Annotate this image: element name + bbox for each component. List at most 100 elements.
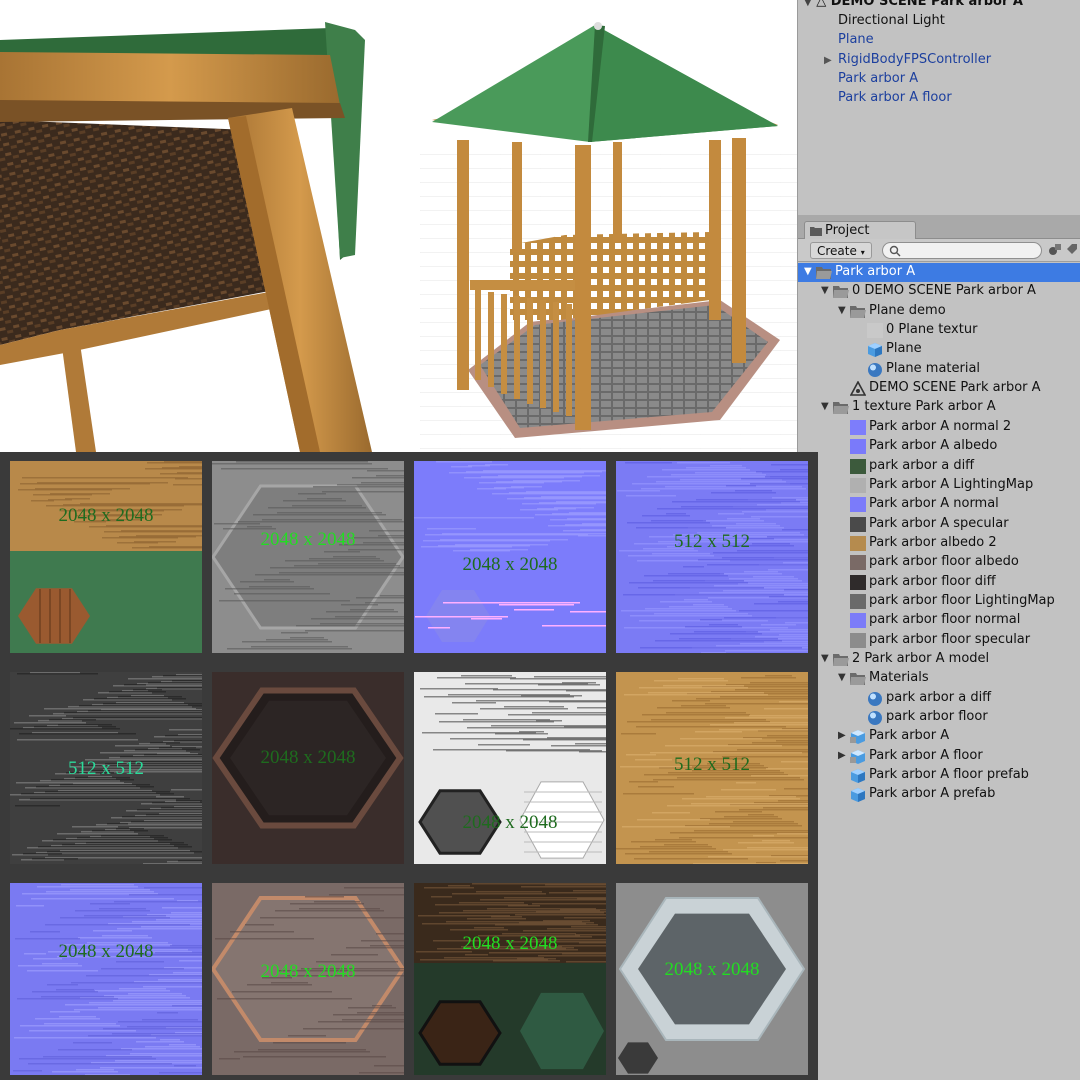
tab-project[interactable]: Project <box>804 221 916 240</box>
texture-tile: 2048 x 2048 <box>212 672 404 864</box>
project-tree-item-label: 2 Park arbor A model <box>852 651 990 666</box>
texture-tile: 2048 x 2048 <box>212 883 404 1075</box>
collapse-arrow-icon[interactable]: ▼ <box>838 672 846 683</box>
project-tree-item-label: Park arbor A albedo <box>869 438 998 454</box>
hierarchy-item-rigidbody-fps-controller[interactable]: RigidBodyFPSController <box>838 52 991 67</box>
project-tree-item[interactable]: ▶ Park arbor A <box>798 727 1080 746</box>
collapse-arrow-icon[interactable]: ▼ <box>821 401 829 412</box>
hierarchy-item-park-arbor-a-floor[interactable]: Park arbor A floor <box>838 90 952 105</box>
project-panel: Project Create ▾ ▼ Park arbor A ▼ 0 DEMO SC… <box>797 215 1080 1080</box>
search-input[interactable] <box>882 242 1042 259</box>
expand-arrow-icon[interactable]: ▶ <box>824 55 832 66</box>
project-tree-item-label: Park arbor albedo 2 <box>869 534 997 550</box>
scene-toggle-arrow-icon[interactable]: ▼ <box>804 0 812 8</box>
project-tree-item[interactable]: Plane material <box>798 360 1080 379</box>
project-tree-item[interactable]: park arbor floor diff <box>798 573 1080 592</box>
project-tree-item[interactable]: ▼ Plane demo <box>798 302 1080 321</box>
project-tree-item[interactable]: park arbor a diff <box>798 689 1080 708</box>
create-button[interactable]: Create ▾ <box>810 242 872 259</box>
project-tree-item-label: 1 texture Park arbor A <box>852 399 996 415</box>
project-tree-item[interactable]: park arbor floor specular <box>798 631 1080 650</box>
texture-resolution-label: 512 x 512 <box>674 754 750 775</box>
texture-image-floor-gray <box>212 461 404 653</box>
texture-icon <box>850 555 866 571</box>
project-tree-item[interactable]: ▼ 1 texture Park arbor A <box>798 398 1080 417</box>
arbor-closeup-render <box>0 22 372 452</box>
project-tree-item-label: Plane material <box>886 360 981 376</box>
texture-icon <box>850 593 866 609</box>
project-tree-item[interactable]: park arbor a diff <box>798 457 1080 476</box>
project-tree-item[interactable]: park arbor floor normal <box>798 611 1080 630</box>
texture-resolution-label: 2048 x 2048 <box>260 747 356 768</box>
project-tree-item[interactable]: ▼ 2 Park arbor A model <box>798 650 1080 669</box>
project-tree-item[interactable]: Park arbor A normal <box>798 495 1080 514</box>
texture-icon <box>850 497 866 513</box>
hierarchy-item-directional-light[interactable]: Directional Light <box>838 13 945 28</box>
material-sphere-icon <box>868 691 882 706</box>
texture-resolution-label: 2048 x 2048 <box>260 961 356 982</box>
project-tree-item-label: Park arbor A normal 2 <box>869 418 1012 434</box>
filter-by-type-icon[interactable] <box>1048 243 1062 257</box>
unity-scene-icon: △ <box>816 0 827 9</box>
project-tree-item[interactable]: Plane <box>798 340 1080 359</box>
project-tree-item[interactable]: park arbor floor LightingMap <box>798 592 1080 611</box>
project-tree-item-label: 0 Plane textur <box>886 322 978 338</box>
folder-open-icon <box>850 673 866 686</box>
collapse-arrow-icon[interactable]: ▼ <box>838 305 846 316</box>
project-tree-item[interactable]: ▶ Park arbor A floor <box>798 747 1080 766</box>
texture-icon <box>867 323 883 339</box>
project-tree-item-label: Plane <box>886 341 922 357</box>
texture-preview-grid: 2048 x 2048 2048 x 2048 2048 x 2048 512 x 5… <box>0 452 818 1080</box>
texture-tile: 2048 x 2048 <box>414 883 606 1075</box>
project-tree-item[interactable]: DEMO SCENE Park arbor A <box>798 379 1080 398</box>
hierarchy-panel: ▼ △ DEMO SCENE Park arbor A Directional … <box>797 0 1080 215</box>
scene-viewport[interactable] <box>0 0 797 452</box>
collapse-arrow-icon[interactable]: ▼ <box>821 285 829 296</box>
project-tree-item[interactable]: 0 Plane textur <box>798 321 1080 340</box>
project-tree-item[interactable]: ▼ Materials <box>798 669 1080 688</box>
hierarchy-item-plane[interactable]: Plane <box>838 32 874 47</box>
project-tree-item[interactable]: ▼ Park arbor A <box>798 263 1080 282</box>
texture-resolution-label: 512 x 512 <box>674 531 750 552</box>
texture-resolution-label: 2048 x 2048 <box>462 554 558 575</box>
project-tree-item[interactable]: Park arbor A floor prefab <box>798 766 1080 785</box>
project-tree-item[interactable]: Park arbor A LightingMap <box>798 476 1080 495</box>
folder-open-icon <box>833 402 849 415</box>
project-tree-item-label: park arbor floor normal <box>869 612 1021 628</box>
hierarchy-item-park-arbor-a[interactable]: Park arbor A <box>838 71 918 86</box>
model-icon <box>850 730 865 745</box>
scene-title-label: DEMO SCENE Park arbor A <box>830 0 1023 9</box>
project-tree-item-label: park arbor floor diff <box>869 573 996 589</box>
texture-tile: 2048 x 2048 <box>414 461 606 653</box>
project-tree-item[interactable]: ▼ 0 DEMO SCENE Park arbor A <box>798 282 1080 301</box>
expand-arrow-icon[interactable]: ▶ <box>838 750 846 761</box>
project-tree-item[interactable]: park arbor floor albedo <box>798 553 1080 572</box>
create-button-label: Create <box>817 244 857 258</box>
project-tree-item[interactable]: Park arbor albedo 2 <box>798 534 1080 553</box>
project-tree-item[interactable]: Park arbor A normal 2 <box>798 418 1080 437</box>
texture-tile: 512 x 512 <box>616 672 808 864</box>
collapse-arrow-icon[interactable]: ▼ <box>821 653 829 664</box>
texture-resolution-label: 2048 x 2048 <box>260 529 356 550</box>
texture-resolution-label: 2048 x 2048 <box>664 959 760 980</box>
collapse-arrow-icon[interactable]: ▼ <box>804 266 812 277</box>
project-tree-item-label: Park arbor A floor <box>869 747 983 763</box>
texture-tile: 2048 x 2048 <box>212 461 404 653</box>
project-tree-item-label: park arbor floor LightingMap <box>869 592 1055 608</box>
project-tree-item[interactable]: Park arbor A albedo <box>798 437 1080 456</box>
texture-tile: 512 x 512 <box>616 461 808 653</box>
arbor-model-render <box>420 22 797 452</box>
tab-project-label: Project <box>825 223 870 238</box>
texture-image-floor-normal <box>10 883 202 1075</box>
unity-scene-icon <box>850 381 866 396</box>
texture-image-lightmap-atlas <box>414 672 606 864</box>
filter-by-label-icon[interactable] <box>1066 243 1078 257</box>
project-tree-item[interactable]: Park arbor A prefab <box>798 785 1080 804</box>
texture-tile: 2048 x 2048 <box>10 883 202 1075</box>
project-tree-item[interactable]: park arbor floor <box>798 708 1080 727</box>
project-tree-item-label: park arbor a diff <box>886 689 992 705</box>
expand-arrow-icon[interactable]: ▶ <box>838 730 846 741</box>
project-tree-item[interactable]: Park arbor A specular <box>798 515 1080 534</box>
hierarchy-scene-title[interactable]: ▼ △ DEMO SCENE Park arbor A <box>804 0 1023 9</box>
project-tree-item-label: Park arbor A <box>835 264 916 279</box>
